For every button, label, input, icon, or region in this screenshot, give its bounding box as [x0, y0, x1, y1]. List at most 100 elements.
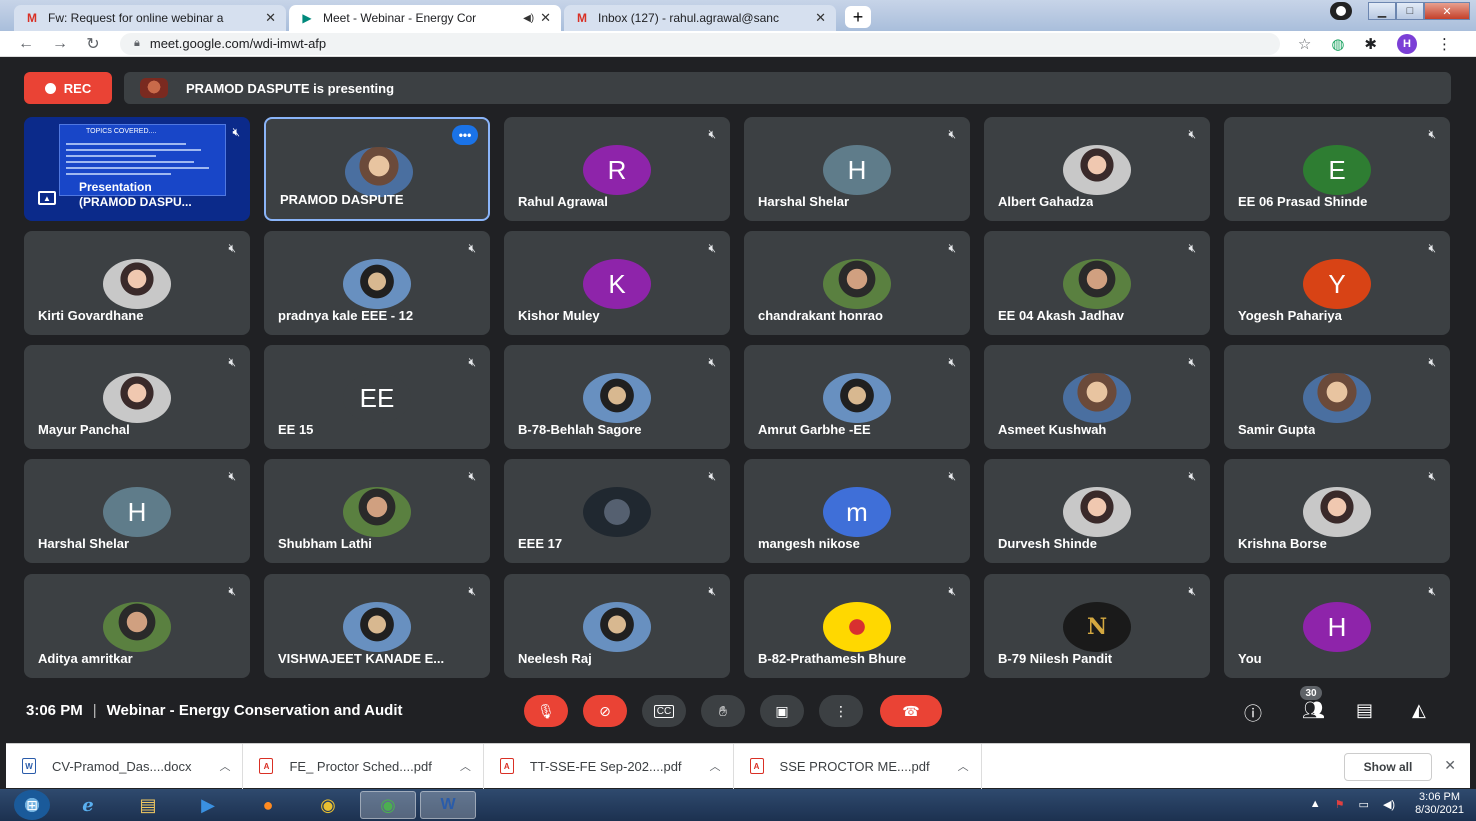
chrome-icon[interactable]: ◉: [300, 791, 356, 819]
word-icon[interactable]: W: [420, 791, 476, 819]
download-item[interactable]: W CV-Pramod_Das....docx ︿: [6, 743, 244, 789]
participant-tile[interactable]: 🔇︎ Kirti Govardhane: [24, 231, 250, 335]
participant-tile[interactable]: 🔇︎ B-82-Prathamesh Bhure: [744, 574, 970, 678]
participant-name: chandrakant honrao: [758, 308, 883, 323]
screen-share-tile[interactable]: TOPICS COVERED.... 🔇︎ ▲ Presentation (PR…: [24, 117, 250, 221]
download-item[interactable]: A SSE PROCTOR ME....pdf ︿: [734, 743, 982, 789]
participant-name: Durvesh Shinde: [998, 536, 1097, 551]
forward-icon[interactable]: →: [52, 35, 68, 53]
close-tab-icon[interactable]: ✕: [265, 10, 276, 26]
people-icon[interactable]: 👥︎: [1302, 700, 1325, 721]
participant-tile[interactable]: 🔇︎ Aditya amritkar: [24, 574, 250, 678]
meeting-title: Webinar - Energy Conservation and Audit: [106, 702, 403, 719]
action-center-flag-icon[interactable]: ⚑: [1335, 798, 1345, 811]
participant-tile[interactable]: 🔇︎ Albert Gahadza: [984, 117, 1210, 221]
more-options-button[interactable]: ⋮: [819, 695, 863, 727]
muted-mic-icon: 🔇︎: [708, 355, 716, 369]
browser-tab[interactable]: M Inbox (127) - rahul.agrawal@sanc ✕: [564, 5, 836, 31]
recording-badge[interactable]: REC: [24, 72, 112, 104]
participant-tile[interactable]: 🔇︎ Mayur Panchal: [24, 345, 250, 449]
chevron-up-icon[interactable]: ︿: [958, 758, 969, 774]
leave-call-button[interactable]: ☎︎: [880, 695, 942, 727]
chevron-up-icon[interactable]: ︿: [460, 758, 471, 774]
participant-tile[interactable]: 🔇︎ Asmeet Kushwah: [984, 345, 1210, 449]
participant-tile[interactable]: 🔇︎ Samir Gupta: [1224, 345, 1450, 449]
browser-tab[interactable]: M Fw: Request for online webinar a ✕: [14, 5, 286, 31]
download-item[interactable]: A TT-SSE-FE Sep-202....pdf ︿: [484, 743, 734, 789]
participant-tile[interactable]: 🔇︎ EE 04 Akash Jadhav: [984, 231, 1210, 335]
muted-mic-icon: 🔇︎: [1428, 241, 1436, 255]
participant-name: B-78-Behlah Sagore: [518, 422, 642, 437]
volume-icon[interactable]: ◀): [1383, 798, 1395, 811]
profile-icon[interactable]: [1330, 2, 1352, 20]
close-tab-icon[interactable]: ✕: [540, 10, 551, 26]
minimize-button[interactable]: ▁: [1368, 2, 1396, 20]
participant-tile[interactable]: 🔇︎ chandrakant honrao: [744, 231, 970, 335]
url-field[interactable]: 🔒︎ meet.google.com/wdi-imwt-afp: [120, 32, 1280, 55]
participant-tile[interactable]: Y 🔇︎ Yogesh Pahariya: [1224, 231, 1450, 335]
network-icon[interactable]: ▭: [1359, 798, 1369, 811]
camera-toggle-button[interactable]: ⊘: [583, 695, 627, 727]
internet-explorer-icon[interactable]: e: [60, 791, 116, 819]
participant-name: PRAMOD DASPUTE: [280, 192, 404, 207]
muted-mic-icon: 🔇︎: [1428, 469, 1436, 483]
participant-tile[interactable]: 🔇︎ Durvesh Shinde: [984, 459, 1210, 563]
close-downloads-icon[interactable]: ✕: [1444, 757, 1456, 774]
activities-icon[interactable]: ◭: [1412, 700, 1426, 721]
download-item[interactable]: A FE_ Proctor Sched....pdf ︿: [243, 743, 484, 789]
participant-tile[interactable]: 🔇︎ VISHWAJEET KANADE E...: [264, 574, 490, 678]
participant-tile[interactable]: 🔇︎ Neelesh Raj: [504, 574, 730, 678]
participant-tile[interactable]: EE 🔇︎ EE 15: [264, 345, 490, 449]
participant-tile[interactable]: H 🔇︎ Harshal Shelar: [24, 459, 250, 563]
participant-tile[interactable]: N 🔇︎ B-79 Nilesh Pandit: [984, 574, 1210, 678]
present-button[interactable]: ▣: [760, 695, 804, 727]
more-options-icon[interactable]: •••: [452, 125, 478, 145]
participant-tile[interactable]: 🔇︎ EEE 17: [504, 459, 730, 563]
meeting-details-icon[interactable]: ⓘ: [1244, 700, 1262, 726]
reload-icon[interactable]: ↻: [86, 34, 100, 54]
participant-avatar: EE: [343, 373, 411, 423]
captions-button[interactable]: CC: [642, 695, 686, 727]
participant-tile[interactable]: 🔇︎ Amrut Garbhe -EE: [744, 345, 970, 449]
participant-tile[interactable]: 🔇︎ B-78-Behlah Sagore: [504, 345, 730, 449]
new-tab-button[interactable]: +: [845, 6, 871, 28]
participant-name: Kishor Muley: [518, 308, 600, 323]
participant-tile[interactable]: H 🔇︎ You: [1224, 574, 1450, 678]
lock-icon[interactable]: 🔒︎: [134, 37, 140, 50]
close-tab-icon[interactable]: ✕: [815, 10, 826, 26]
participant-tile[interactable]: m 🔇︎ mangesh nikose: [744, 459, 970, 563]
participant-tile[interactable]: 🔇︎ Krishna Borse: [1224, 459, 1450, 563]
back-icon[interactable]: ←: [18, 35, 34, 53]
firefox-icon[interactable]: ●: [240, 791, 296, 819]
profile-avatar[interactable]: H: [1397, 33, 1417, 54]
browser-tab-active[interactable]: ▶ Meet - Webinar - Energy Cor ◀) ✕: [289, 5, 561, 31]
raise-hand-button[interactable]: ✋︎: [701, 695, 745, 727]
show-hidden-icons[interactable]: ▲: [1310, 798, 1321, 810]
participant-avatar: m: [823, 487, 891, 537]
show-all-button[interactable]: Show all: [1344, 753, 1432, 781]
menu-icon[interactable]: ⋮: [1437, 35, 1452, 53]
muted-mic-icon: 🔇︎: [228, 241, 236, 255]
participant-tile[interactable]: 🔇︎ pradnya kale EEE - 12: [264, 231, 490, 335]
extension-icon[interactable]: ◍: [1331, 35, 1344, 53]
participant-tile[interactable]: R 🔇︎ Rahul Agrawal: [504, 117, 730, 221]
speaker-icon[interactable]: ◀): [523, 13, 534, 24]
participant-tile[interactable]: ••• PRAMOD DASPUTE: [264, 117, 490, 221]
close-window-button[interactable]: ✕: [1424, 2, 1470, 20]
maximize-button[interactable]: □: [1396, 2, 1424, 20]
chevron-up-icon[interactable]: ︿: [219, 758, 230, 774]
participant-tile[interactable]: 🔇︎ Shubham Lathi: [264, 459, 490, 563]
participant-tile[interactable]: H 🔇︎ Harshal Shelar: [744, 117, 970, 221]
file-explorer-icon[interactable]: ▤: [120, 791, 176, 819]
chevron-up-icon[interactable]: ︿: [710, 758, 721, 774]
chrome-profile-icon[interactable]: ◉: [360, 791, 416, 819]
participant-tile[interactable]: E 🔇︎ EE 06 Prasad Shinde: [1224, 117, 1450, 221]
puzzle-icon[interactable]: ✱: [1364, 35, 1377, 53]
start-button[interactable]: ⊞: [14, 790, 50, 820]
taskbar-clock[interactable]: 3:06 PM 8/30/2021: [1415, 791, 1464, 817]
star-icon[interactable]: ☆: [1298, 35, 1311, 53]
mic-toggle-button[interactable]: 🎙︎: [524, 695, 568, 727]
participant-tile[interactable]: K 🔇︎ Kishor Muley: [504, 231, 730, 335]
chat-icon[interactable]: ▤: [1356, 700, 1373, 721]
media-player-icon[interactable]: ▶: [180, 791, 236, 819]
